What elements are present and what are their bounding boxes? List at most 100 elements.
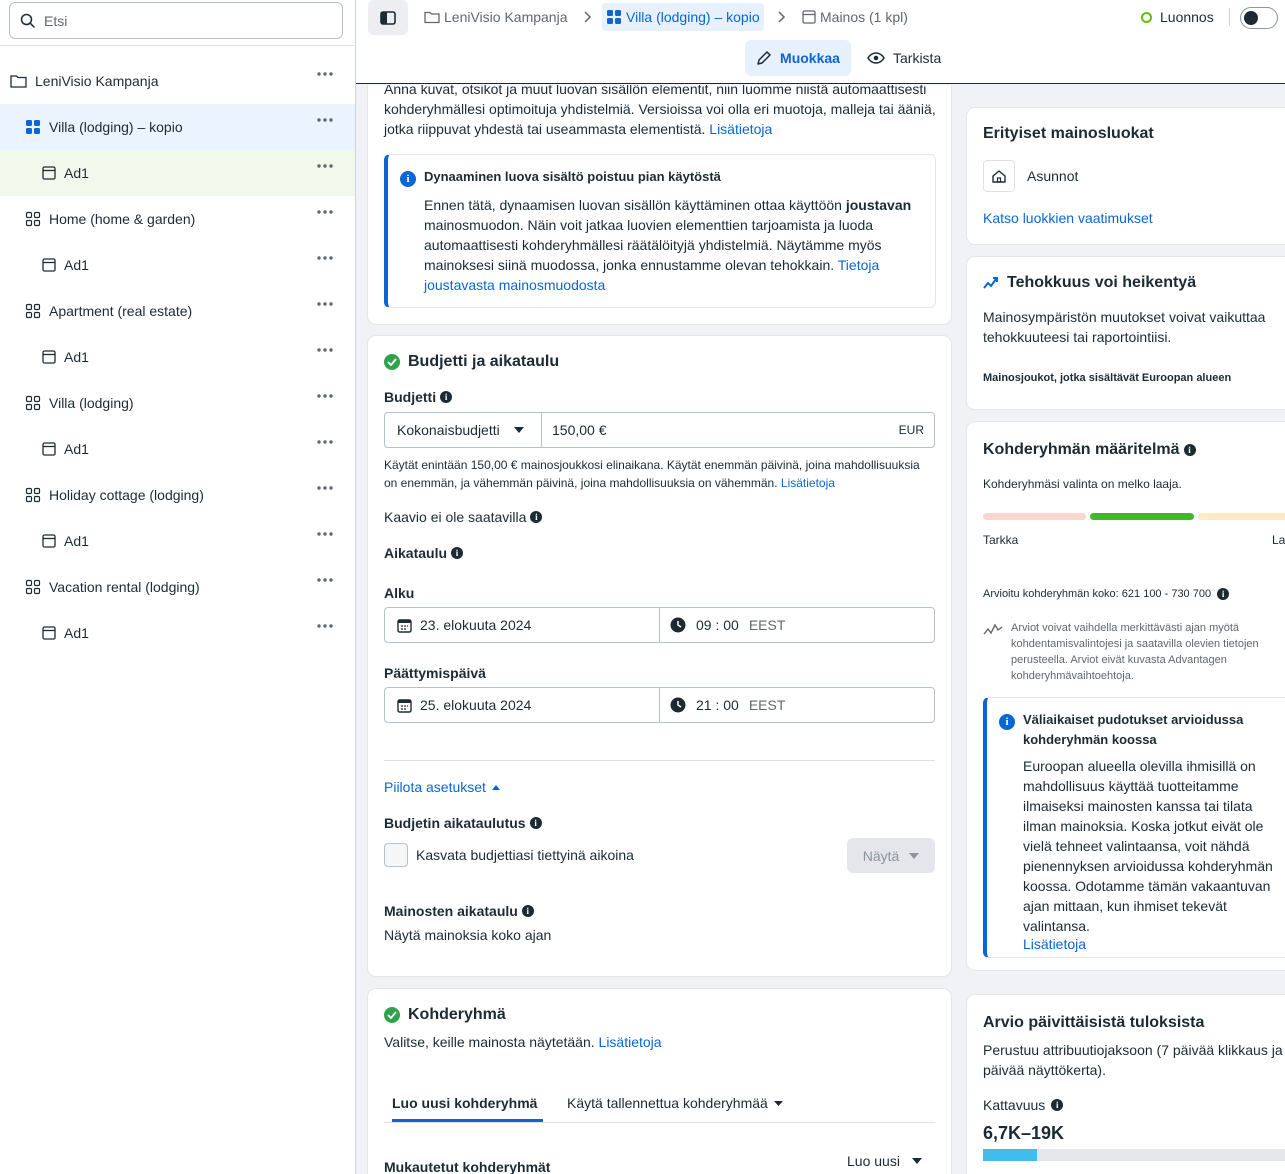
more-options-icon[interactable] xyxy=(317,440,333,444)
audience-section-header: Kohderyhmä xyxy=(384,1006,506,1024)
create-new-button[interactable]: Luo uusi xyxy=(847,1153,922,1169)
tree-item-adset[interactable]: Vacation rental (lodging) xyxy=(0,564,355,610)
tree-item-adset[interactable]: Home (home & garden) xyxy=(0,196,355,242)
info-icon[interactable]: i xyxy=(1217,588,1230,600)
info-icon[interactable]: i xyxy=(451,547,464,559)
more-options-icon[interactable] xyxy=(317,348,333,352)
tree-item-adset[interactable]: Villa (lodging) xyxy=(0,380,355,426)
info-icon[interactable]: i xyxy=(521,905,534,917)
increase-budget-checkbox[interactable] xyxy=(384,843,408,867)
tree-item-campaign[interactable]: LeniVisio Kampanja xyxy=(0,58,355,104)
start-time-input[interactable]: 09 : 00 EEST xyxy=(660,617,934,633)
more-options-icon[interactable] xyxy=(317,256,333,260)
info-icon[interactable]: i xyxy=(529,817,542,829)
drop-text: Euroopan alueella olevilla ihmisillä on … xyxy=(1023,758,1273,934)
reach-bar-fill xyxy=(983,1149,1038,1161)
end-timezone: EEST xyxy=(748,697,786,713)
more-options-icon[interactable] xyxy=(317,532,333,536)
more-options-icon[interactable] xyxy=(317,72,333,76)
performance-note: Mainosjoukot, jotka sisältävät Euroopan … xyxy=(983,372,1232,384)
tree-item-adset[interactable]: Villa (lodging) – kopio xyxy=(0,104,355,150)
custom-audiences-label: Mukautetut kohderyhmät xyxy=(384,1159,551,1174)
end-date-input[interactable]: 25. elokuuta 2024 xyxy=(385,688,660,722)
callout-text-a: Ennen tätä, dynaamisen luovan sisällön k… xyxy=(424,197,846,213)
tree-item-ad[interactable]: Ad1 xyxy=(0,150,355,196)
tree-item-label: Vacation rental (lodging) xyxy=(49,579,200,595)
end-time-input[interactable]: 21 : 00 EEST xyxy=(660,697,934,713)
info-icon[interactable]: i xyxy=(1183,444,1196,456)
callout-text-b: mainosmuodon. Näin voit jatkaa luovien e… xyxy=(424,217,882,273)
chevron-right-icon xyxy=(776,11,786,23)
budget-field: Kokonaisbudjetti 150,00 € EUR xyxy=(384,412,935,448)
clock-icon xyxy=(670,697,686,713)
audience-size: Arvioitu kohderyhmän koko: 621 100 - 730… xyxy=(983,588,1230,600)
audience-learn-more-link[interactable]: Lisätietoja xyxy=(599,1034,662,1050)
more-options-icon[interactable] xyxy=(317,302,333,306)
more-options-icon[interactable] xyxy=(317,486,333,490)
start-label: Alku xyxy=(384,585,415,601)
chart-unavailable-text: Kaavio ei ole saatavilla xyxy=(384,509,527,525)
more-options-icon[interactable] xyxy=(317,578,333,582)
panel-toggle-button[interactable] xyxy=(368,0,408,35)
tree-item-label: Ad1 xyxy=(64,349,89,365)
breadcrumb-ads[interactable]: Mainos (1 kpl) xyxy=(802,0,908,34)
tab-edit[interactable]: Muokkaa xyxy=(745,40,851,76)
hide-settings-link[interactable]: Piilota asetukset xyxy=(384,779,500,795)
search-input[interactable] xyxy=(44,12,324,29)
show-button[interactable]: Näytä xyxy=(847,838,935,873)
check-circle-icon xyxy=(384,354,400,370)
tree-item-ad[interactable]: Ad1 xyxy=(0,426,355,472)
breadcrumb-adset[interactable]: Villa (lodging) – kopio xyxy=(602,3,764,31)
ad-icon xyxy=(42,442,56,456)
daily-results-text: Perustuu attribuutiojaksoon (7 päivää kl… xyxy=(983,1042,1283,1078)
more-options-icon[interactable] xyxy=(317,624,333,628)
tree-item-ad[interactable]: Ad1 xyxy=(0,242,355,288)
start-date-input[interactable]: 23. elokuuta 2024 xyxy=(385,608,660,642)
drop-learn-more-link[interactable]: Lisätietoja xyxy=(1023,936,1086,952)
tree-item-ad[interactable]: Ad1 xyxy=(0,334,355,380)
start-date-value: 23. elokuuta 2024 xyxy=(420,617,532,633)
show-button-label: Näytä xyxy=(862,847,900,864)
start-datetime-field: 23. elokuuta 2024 09 : 00 EEST xyxy=(384,607,935,643)
info-icon[interactable]: i xyxy=(1051,1099,1064,1111)
more-options-icon[interactable] xyxy=(317,118,333,122)
tree-item-ad[interactable]: Ad1 xyxy=(0,610,355,656)
tree-item-adset[interactable]: Holiday cottage (lodging) xyxy=(0,472,355,518)
budget-amount-input[interactable]: 150,00 € xyxy=(542,422,899,438)
dynamic-creative-callout: i Dynaaminen luova sisältö poistuu pian … xyxy=(384,154,936,308)
start-time-value: 09 : 00 xyxy=(696,617,739,633)
reach-label: Kattavuus i xyxy=(983,1097,1064,1113)
meter-segment-broad xyxy=(1198,513,1285,520)
more-options-icon[interactable] xyxy=(317,164,333,168)
tree-item-label: Home (home & garden) xyxy=(49,211,196,227)
more-options-icon[interactable] xyxy=(317,210,333,214)
tree-item-adset[interactable]: Apartment (real estate) xyxy=(0,288,355,334)
creative-learn-more-link[interactable]: Lisätietoja xyxy=(709,121,772,137)
search-box[interactable] xyxy=(9,2,343,39)
info-icon[interactable]: i xyxy=(440,391,453,403)
tab-create-audience[interactable]: Luo uusi kohderyhmä xyxy=(392,1095,537,1111)
callout-bold: joustavan xyxy=(845,197,912,213)
budget-type-select[interactable]: Kokonaisbudjetti xyxy=(385,413,542,447)
end-date-value: 25. elokuuta 2024 xyxy=(420,697,532,713)
daily-results-card: Arvio päivittäisistä tuloksista Perustuu… xyxy=(967,995,1285,1174)
divider xyxy=(384,760,935,761)
tree-item-label: Villa (lodging) – kopio xyxy=(49,119,183,135)
adset-grid-icon xyxy=(25,211,41,227)
tab-saved-audience[interactable]: Käytä tallennettua kohderyhmää xyxy=(567,1095,783,1111)
ad-icon xyxy=(42,350,56,364)
pencil-icon xyxy=(756,50,772,66)
start-timezone: EEST xyxy=(748,617,786,633)
ad-icon xyxy=(802,10,816,24)
publish-toggle[interactable] xyxy=(1240,7,1278,29)
breadcrumb-campaign[interactable]: LeniVisio Kampanja xyxy=(424,0,568,34)
info-icon[interactable]: i xyxy=(530,511,543,523)
more-options-icon[interactable] xyxy=(317,394,333,398)
tree-item-ad[interactable]: Ad1 xyxy=(0,518,355,564)
adset-grid-icon xyxy=(25,395,41,411)
tab-review[interactable]: Tarkista xyxy=(867,40,941,76)
ad-icon xyxy=(42,534,56,548)
folder-icon xyxy=(10,74,27,88)
category-requirements-link[interactable]: Katso luokkien vaatimukset xyxy=(983,210,1153,226)
budget-learn-more-link[interactable]: Lisätietoja xyxy=(781,476,835,490)
